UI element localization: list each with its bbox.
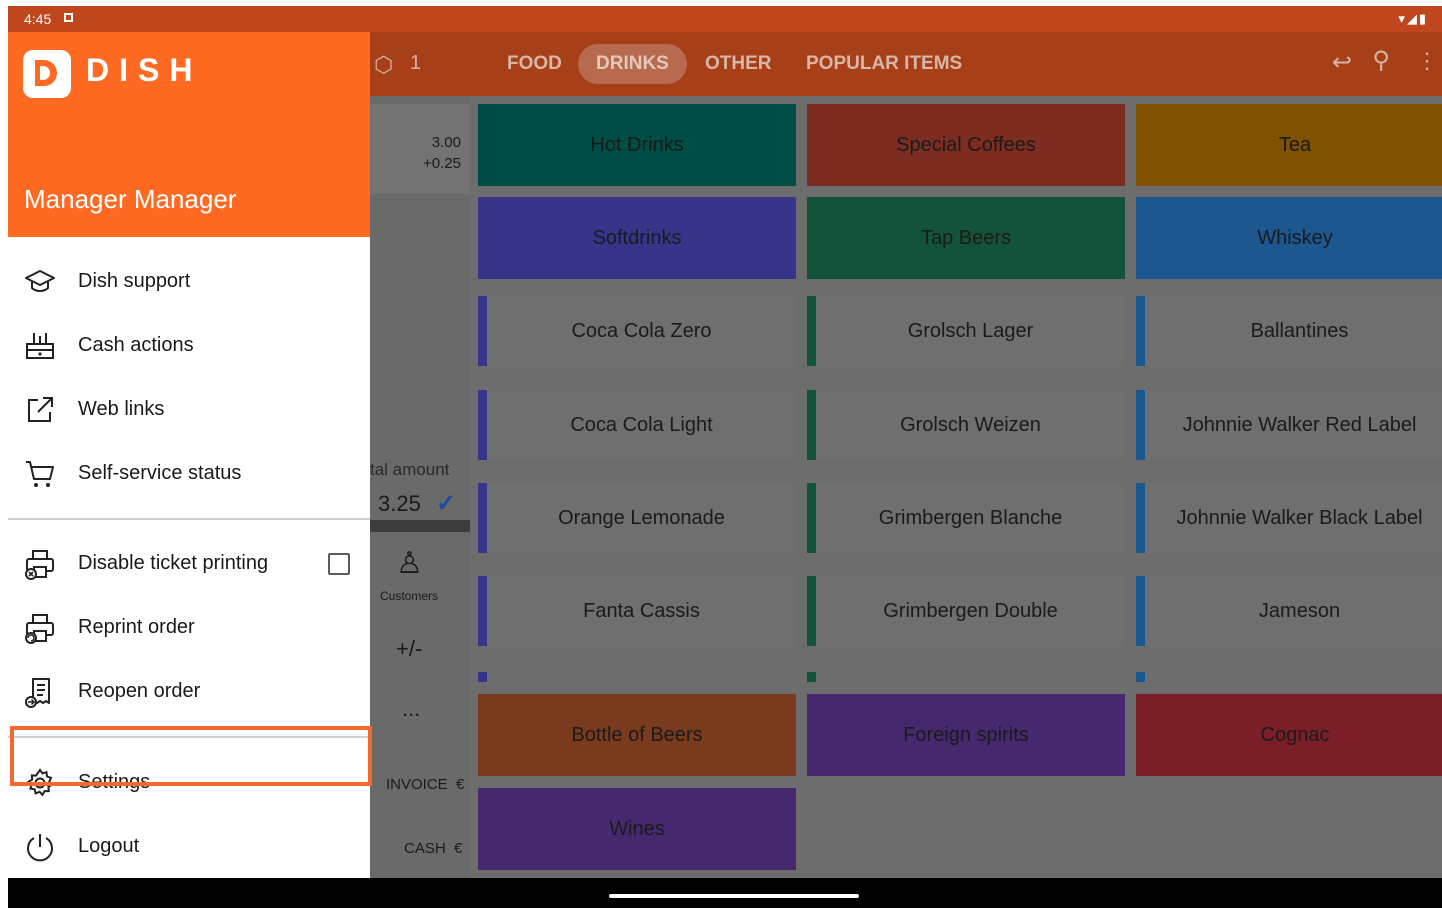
printer-x-icon xyxy=(25,550,54,580)
undo-icon[interactable]: ↩ xyxy=(1332,48,1352,77)
divider-bar xyxy=(370,520,470,532)
menu-item-logout[interactable]: Logout xyxy=(8,819,370,875)
product-grid: Hot Drinks Special Coffees Tea Softdrink… xyxy=(478,104,1442,886)
menu-item-label: Web links xyxy=(78,398,165,420)
category-tile[interactable]: Cognac xyxy=(1136,694,1442,776)
item-stub xyxy=(478,672,487,682)
menu-divider xyxy=(8,518,370,520)
order-line[interactable]: 3.00 +0.25 xyxy=(370,104,470,194)
dish-logo-icon xyxy=(23,50,71,98)
product-item[interactable]: Grimbergen Blanche xyxy=(807,483,1125,553)
receipt-reopen-icon xyxy=(25,678,50,708)
menu-item-disable-ticket-printing[interactable]: Disable ticket printing xyxy=(8,536,370,592)
category-tile[interactable]: Special Coffees xyxy=(807,104,1125,186)
tab-drinks[interactable]: DRINKS xyxy=(578,44,687,84)
settings-highlight xyxy=(10,726,372,786)
order-line-price: 3.00 xyxy=(431,134,461,151)
logo-text: DISH xyxy=(86,52,203,88)
notification-icon xyxy=(64,13,73,22)
total-amount-label: tal amount xyxy=(370,460,450,479)
printer-refresh-icon xyxy=(25,614,54,644)
cash-register-icon xyxy=(26,333,54,359)
item-stub xyxy=(807,672,816,682)
item-stub xyxy=(1136,672,1145,682)
check-icon[interactable]: ✓ xyxy=(436,489,456,518)
category-tile[interactable]: Tap Beers xyxy=(807,197,1125,279)
power-icon xyxy=(27,834,53,862)
system-nav-bar xyxy=(8,878,1442,908)
home-handle[interactable] xyxy=(609,894,859,898)
product-item[interactable]: Johnnie Walker Black Label xyxy=(1136,483,1442,553)
cart-icon xyxy=(26,461,54,487)
product-item[interactable]: Grolsch Weizen xyxy=(807,390,1125,460)
order-line-modifier: +0.25 xyxy=(423,155,461,172)
product-item[interactable]: Fanta Cassis xyxy=(478,576,796,646)
search-icon[interactable]: ⚲ xyxy=(1372,46,1390,75)
external-link-icon xyxy=(28,397,53,422)
invoice-button[interactable]: INVOICE € xyxy=(386,776,464,793)
product-item[interactable]: Grimbergen Double xyxy=(807,576,1125,646)
invoice-currency: € xyxy=(456,776,465,793)
menu-item-dish-support[interactable]: Dish support xyxy=(8,254,370,310)
product-item[interactable]: Johnnie Walker Red Label xyxy=(1136,390,1442,460)
product-item[interactable]: Coca Cola Light xyxy=(478,390,796,460)
category-tile[interactable]: Foreign spirits xyxy=(807,694,1125,776)
category-tile[interactable]: Softdrinks xyxy=(478,197,796,279)
category-tile[interactable]: Wines xyxy=(478,788,796,870)
tab-food[interactable]: FOOD xyxy=(489,44,580,84)
disable-printing-checkbox[interactable] xyxy=(328,553,350,575)
total-amount-value: 3.25 xyxy=(378,491,421,516)
cash-button[interactable]: CASH € xyxy=(404,840,462,857)
more-options-button[interactable]: ... xyxy=(402,696,420,722)
tag-icon[interactable]: ⬡ xyxy=(374,52,393,78)
menu-item-label: Disable ticket printing xyxy=(78,552,269,574)
plus-minus-button[interactable]: +/- xyxy=(396,636,422,662)
cash-label: CASH xyxy=(404,840,446,857)
invoice-label: INVOICE xyxy=(386,776,448,793)
menu-item-label: Dish support xyxy=(78,270,191,292)
cash-currency: € xyxy=(454,840,463,857)
drawer-header: DISH Manager Manager xyxy=(8,32,370,237)
menu-item-reprint-order[interactable]: Reprint order xyxy=(8,600,370,656)
user-name: Manager Manager xyxy=(24,184,237,214)
product-item[interactable]: Jameson xyxy=(1136,576,1442,646)
tab-popular-items[interactable]: POPULAR ITEMS xyxy=(788,44,980,84)
tab-other[interactable]: OTHER xyxy=(687,44,790,84)
menu-item-label: Cash actions xyxy=(78,334,194,356)
status-time: 4:45 xyxy=(24,11,52,27)
menu-item-label: Reprint order xyxy=(78,616,195,638)
more-vert-icon[interactable]: ⋮ xyxy=(1416,48,1438,74)
menu-item-label: Reopen order xyxy=(78,680,201,702)
menu-item-label: Logout xyxy=(78,835,140,857)
category-tile[interactable]: Bottle of Beers xyxy=(478,694,796,776)
menu-item-web-links[interactable]: Web links xyxy=(8,382,370,438)
status-bar: 4:45 ▾◢▮ xyxy=(8,6,1442,32)
menu-item-self-service-status[interactable]: Self-service status xyxy=(8,446,370,502)
device-frame: 4:45 ▾◢▮ ⬡ 1 FOOD DRINKS OTHER POPULAR I… xyxy=(8,6,1442,908)
product-item[interactable]: Grolsch Lager xyxy=(807,296,1125,366)
product-item[interactable]: Orange Lemonade xyxy=(478,483,796,553)
customer-icon[interactable]: ♙ xyxy=(396,546,423,581)
category-tile[interactable]: Whiskey xyxy=(1136,197,1442,279)
menu-item-reopen-order[interactable]: Reopen order xyxy=(8,664,370,720)
menu-item-label: Self-service status xyxy=(78,462,242,484)
product-item[interactable]: Coca Cola Zero xyxy=(478,296,796,366)
ticket-count: 1 xyxy=(410,52,422,74)
category-tile[interactable]: Hot Drinks xyxy=(478,104,796,186)
graduation-cap-icon xyxy=(25,270,55,292)
system-icons: ▾◢▮ xyxy=(1398,11,1428,26)
customers-label[interactable]: Customers xyxy=(380,589,438,603)
product-item[interactable]: Ballantines xyxy=(1136,296,1442,366)
menu-item-cash-actions[interactable]: Cash actions xyxy=(8,318,370,374)
order-panel: 3.00 +0.25 tal amount 3.25 ✓ ♙ Customers… xyxy=(370,96,470,908)
category-tile[interactable]: Tea xyxy=(1136,104,1442,186)
